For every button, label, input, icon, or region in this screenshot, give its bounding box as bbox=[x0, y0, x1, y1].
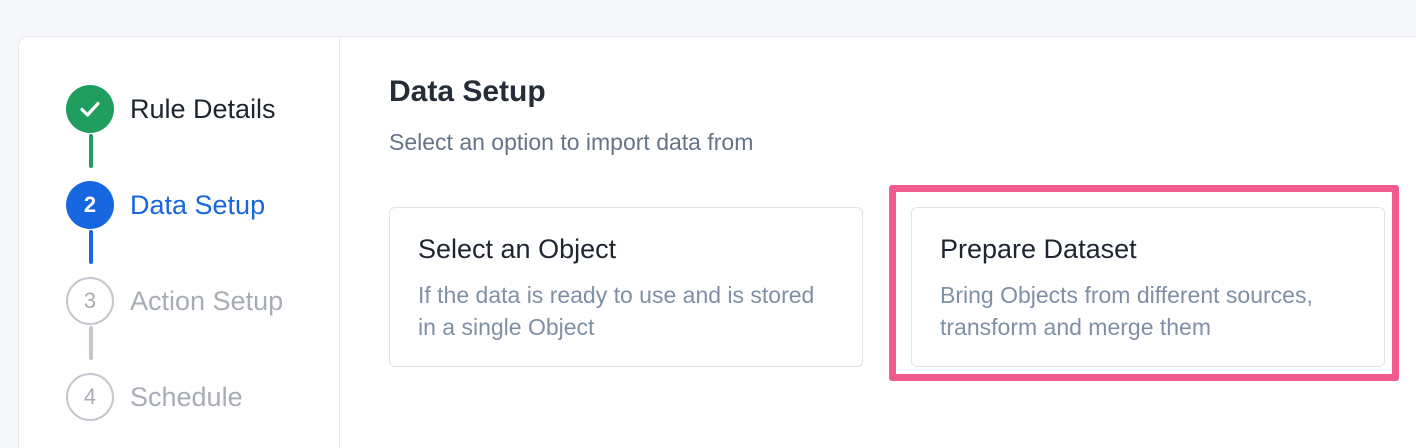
rule-setup-card: Rule Details 2 Data Setup 3 Action Setup… bbox=[18, 36, 1416, 448]
check-icon bbox=[78, 97, 102, 121]
step-rule-details[interactable]: Rule Details bbox=[66, 84, 276, 134]
step-label-data-setup: Data Setup bbox=[130, 189, 266, 220]
step-label-action-setup: Action Setup bbox=[130, 285, 284, 316]
page: Rule Details 2 Data Setup 3 Action Setup… bbox=[0, 0, 1416, 448]
step-1-indicator bbox=[66, 85, 114, 133]
step-connector-3 bbox=[89, 326, 93, 360]
step-action-setup[interactable]: 3 Action Setup bbox=[66, 276, 283, 326]
option-title: Select an Object bbox=[418, 234, 617, 264]
step-connector-1 bbox=[89, 134, 93, 168]
step-3-indicator: 3 bbox=[66, 277, 114, 325]
step-label-schedule: Schedule bbox=[130, 381, 243, 412]
step-label-rule-details: Rule Details bbox=[130, 93, 276, 124]
step-schedule[interactable]: 4 Schedule bbox=[66, 372, 243, 422]
page-title: Data Setup bbox=[389, 75, 546, 108]
option-title: Prepare Dataset bbox=[940, 234, 1137, 264]
step-4-indicator: 4 bbox=[66, 373, 114, 421]
step-data-setup[interactable]: 2 Data Setup bbox=[66, 180, 265, 230]
stepper: Rule Details 2 Data Setup 3 Action Setup… bbox=[19, 37, 340, 448]
page-subtitle: Select an option to import data from bbox=[389, 129, 754, 155]
step-connector-2 bbox=[89, 230, 93, 264]
select-object-option[interactable]: Select an Object If the data is ready to… bbox=[389, 207, 863, 367]
prepare-dataset-option[interactable]: Prepare Dataset Bring Objects from diffe… bbox=[911, 207, 1385, 367]
option-description: If the data is ready to use and is store… bbox=[418, 282, 815, 340]
option-description: Bring Objects from different sources, tr… bbox=[940, 282, 1313, 340]
step-2-indicator: 2 bbox=[66, 181, 114, 229]
